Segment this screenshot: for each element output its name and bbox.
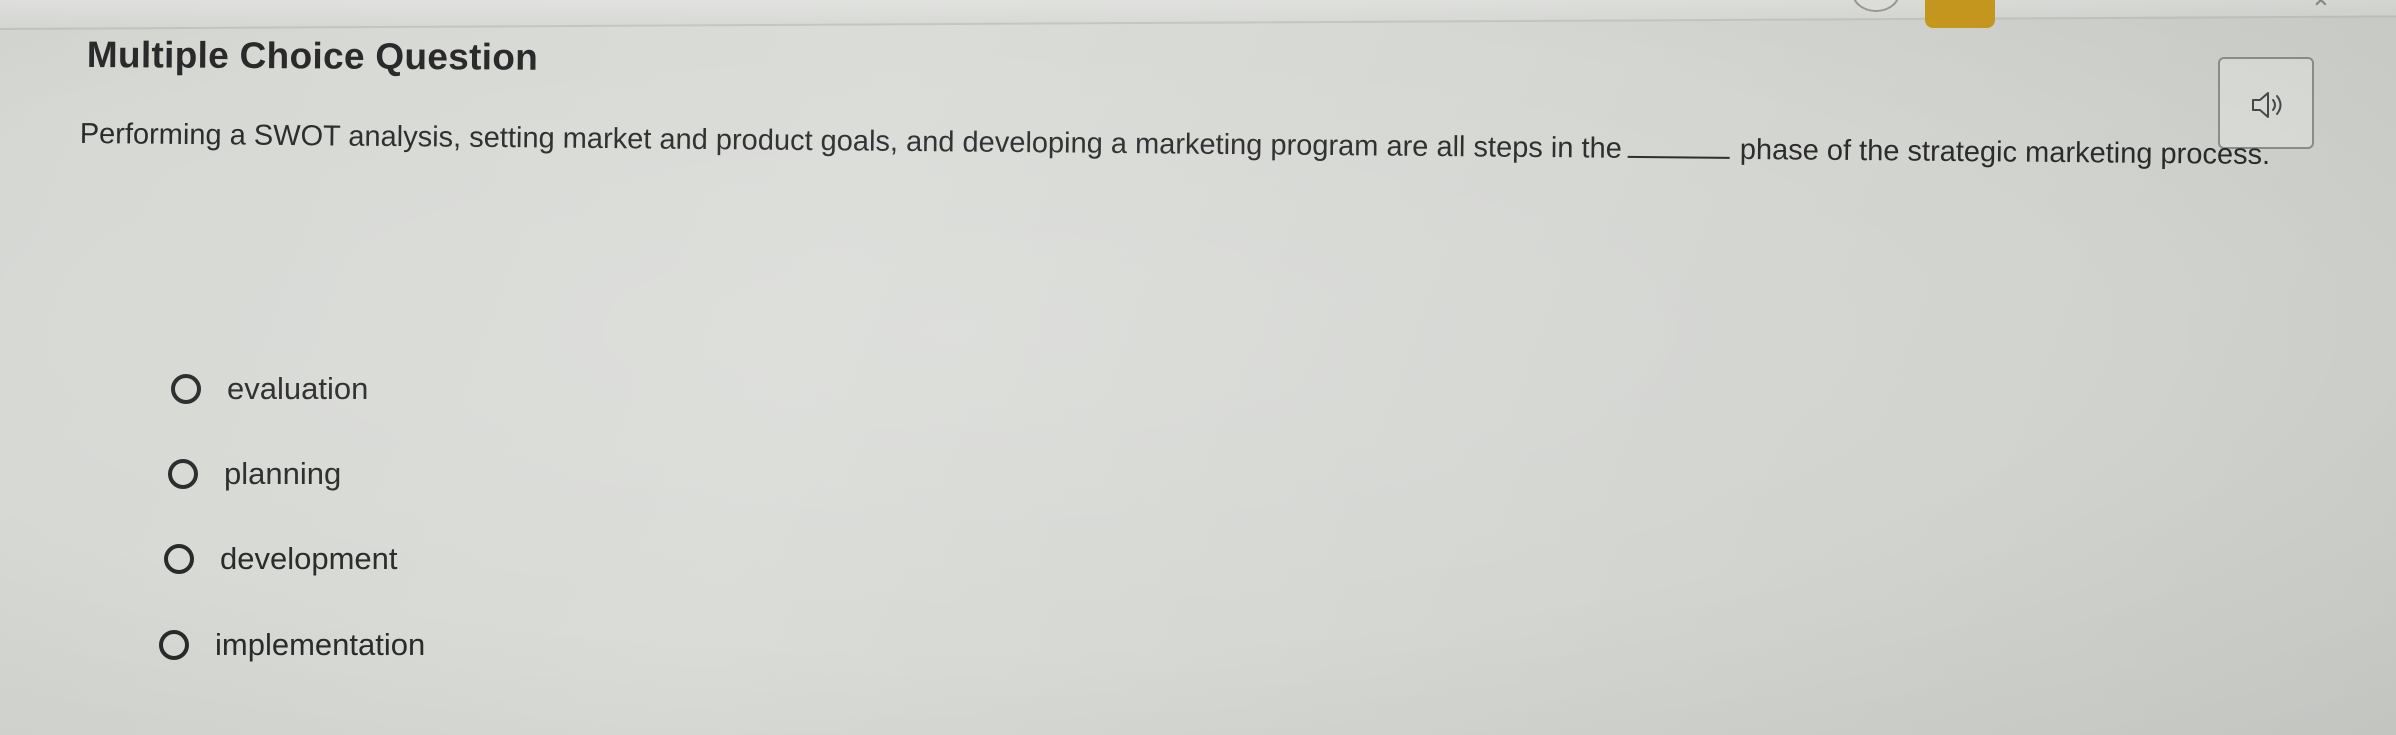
radio-button[interactable] xyxy=(159,630,189,660)
speaker-icon xyxy=(2252,92,2282,118)
question-stem: Performing a SWOT analysis, setting mark… xyxy=(80,112,2340,178)
photo-lighting-overlay xyxy=(0,0,2396,735)
question-stem-after: phase of the strategic marketing process… xyxy=(1739,133,2271,172)
chevron-up-icon[interactable]: ⌃ xyxy=(2310,0,2332,25)
option-label: evaluation xyxy=(227,371,369,406)
answer-blank xyxy=(1627,154,1730,159)
answer-option-development[interactable]: development xyxy=(164,541,398,577)
radio-button[interactable] xyxy=(168,459,198,489)
option-label: planning xyxy=(224,456,342,491)
answer-option-evaluation[interactable]: evaluation xyxy=(171,371,368,407)
answer-option-implementation[interactable]: implementation xyxy=(159,627,425,663)
radio-button[interactable] xyxy=(164,544,194,574)
question-type-title: Multiple Choice Question xyxy=(86,34,539,78)
question-stem-before: Performing a SWOT analysis, setting mark… xyxy=(79,117,1622,165)
option-label: development xyxy=(220,541,398,576)
answer-option-planning[interactable]: planning xyxy=(168,456,341,492)
top-toolbar-strip xyxy=(0,0,2396,30)
toolbar-badge[interactable] xyxy=(1925,0,1995,28)
radio-button[interactable] xyxy=(171,374,201,404)
option-label: implementation xyxy=(215,627,426,662)
